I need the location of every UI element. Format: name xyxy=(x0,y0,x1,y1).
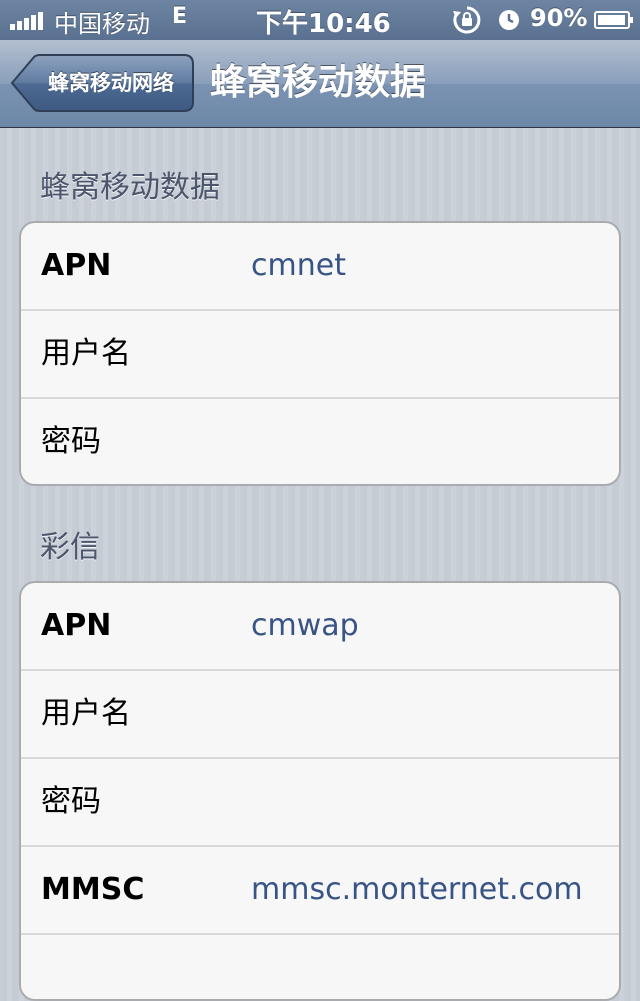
battery-icon xyxy=(594,11,633,29)
row-label: APN xyxy=(41,248,112,283)
battery-percentage: 90% xyxy=(530,4,588,32)
row-label: 密码 xyxy=(41,424,101,459)
cellular-apn-value[interactable]: cmnet xyxy=(251,223,346,309)
status-time: 下午10:46 xyxy=(256,9,391,39)
alarm-icon xyxy=(499,10,519,30)
mms-apn-row[interactable]: APN cmwap xyxy=(21,583,619,671)
section-header-mms: 彩信 xyxy=(40,530,100,565)
back-button[interactable]: 蜂窝移动网络 xyxy=(10,54,194,112)
mms-apn-value[interactable]: cmwap xyxy=(251,583,359,669)
page-title: 蜂窝移动数据 xyxy=(210,62,427,103)
mms-username-row[interactable]: 用户名 xyxy=(21,671,619,759)
mms-mmsc-row[interactable]: MMSC mmsc.monternet.com xyxy=(21,847,619,935)
row-label: 用户名 xyxy=(41,696,131,731)
signal-bars-icon xyxy=(10,12,43,30)
row-label: APN xyxy=(41,608,112,643)
mms-mmsc-value[interactable]: mmsc.monternet.com xyxy=(251,847,583,933)
rotation-lock-icon xyxy=(453,6,481,34)
mms-next-row[interactable] xyxy=(21,935,619,999)
cellular-apn-row[interactable]: APN cmnet xyxy=(21,223,619,311)
navigation-bar: 蜂窝移动网络 蜂窝移动数据 xyxy=(0,40,640,128)
cellular-password-row[interactable]: 密码 xyxy=(21,399,619,484)
section-header-cellular-data: 蜂窝移动数据 xyxy=(40,170,220,205)
row-label: 用户名 xyxy=(41,336,131,371)
row-label: MMSC xyxy=(41,872,145,907)
mms-group: APN cmwap 用户名 密码 MMSC mmsc.monternet.com xyxy=(19,581,621,1001)
cellular-username-row[interactable]: 用户名 xyxy=(21,311,619,399)
row-label: 密码 xyxy=(41,784,101,819)
status-bar: 中国移动 E 下午10:46 90% xyxy=(0,0,640,40)
network-type: E xyxy=(172,4,188,29)
back-button-label: 蜂窝移动网络 xyxy=(48,71,174,95)
cellular-data-group: APN cmnet 用户名 密码 xyxy=(19,221,621,486)
mms-password-row[interactable]: 密码 xyxy=(21,759,619,847)
carrier-name: 中国移动 xyxy=(54,10,150,38)
